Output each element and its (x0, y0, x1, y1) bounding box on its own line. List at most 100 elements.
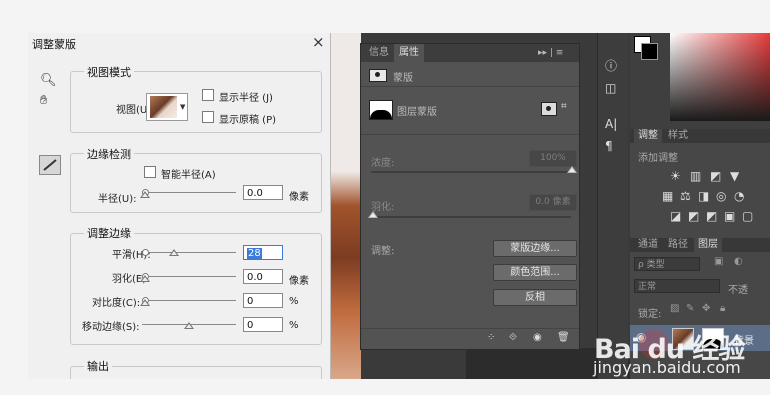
shift-edge-input[interactable]: 0 (243, 317, 283, 332)
lock-label: 锁定: (638, 309, 662, 320)
density-slider[interactable] (371, 171, 571, 173)
threshold-icon[interactable]: ◩ (706, 209, 717, 223)
apply-mask-icon[interactable]: ⟐ (509, 332, 517, 343)
layer-filter-select[interactable]: ρ 类型 (634, 257, 700, 271)
pixel-filter-icon[interactable]: ▣ (714, 256, 723, 267)
black-white-icon[interactable]: ◨ (698, 189, 709, 203)
lock-position-icon[interactable]: ✥ (702, 303, 710, 314)
color-spectrum[interactable] (670, 33, 770, 121)
toggle-mask-icon[interactable]: ◉ (533, 332, 542, 343)
exposure-icon[interactable]: ▼ (730, 169, 739, 183)
vibrance-icon[interactable]: ▦ (662, 189, 673, 203)
layer-mask-label: 图层蒙版 (397, 107, 437, 118)
tab-paths[interactable]: 路径 (664, 238, 692, 252)
add-adjustment-label: 添加调整 (638, 153, 678, 164)
gradient-map-icon[interactable]: ▣ (724, 209, 735, 223)
density-label: 浓度: (371, 158, 395, 169)
photo-filter-icon[interactable]: ◎ (716, 189, 726, 203)
lock-all-icon[interactable]: 🔒︎ (720, 303, 725, 314)
color-balance-icon[interactable]: ⚖ (680, 189, 691, 203)
smooth-input[interactable]: 28 (243, 245, 283, 260)
vector-mask-icon[interactable]: ⌗ (561, 101, 567, 112)
posterize-icon[interactable]: ◩ (688, 209, 699, 223)
refine-radius-brush-icon[interactable] (39, 155, 61, 175)
show-radius-checkbox[interactable] (202, 89, 214, 101)
smart-radius-checkbox[interactable] (144, 166, 156, 178)
info-icon[interactable]: ⓘ (605, 57, 617, 74)
tab-properties[interactable]: 属性 (394, 44, 424, 62)
feather-prop-slider-thumb[interactable] (368, 211, 378, 218)
load-selection-icon[interactable]: ⁘ (487, 332, 495, 343)
paragraph-icon[interactable]: ¶ (605, 139, 613, 153)
feather-slider-thumb[interactable] (140, 275, 150, 282)
show-radius-label: 显示半径 (J) (219, 93, 273, 104)
contrast-unit: % (289, 296, 299, 307)
mask-header-label: 蒙版 (393, 73, 413, 84)
tab-layers[interactable]: 图层 (694, 238, 722, 252)
opacity-label: 不透 (728, 285, 748, 296)
radius-slider-thumb[interactable] (140, 191, 150, 198)
selective-color-icon[interactable]: ▢ (742, 209, 753, 223)
mask-header-icon (369, 69, 387, 82)
layer-mask-thumbnail[interactable] (369, 100, 393, 120)
curves-icon[interactable]: ◩ (710, 169, 721, 183)
feather-prop-field[interactable]: 0.0 像素 (529, 194, 577, 211)
shift-edge-unit: % (289, 320, 299, 331)
view-mode-group (70, 71, 322, 133)
adjustments-tabbar: 调整 样式 (630, 129, 770, 143)
invert-adj-icon[interactable]: ◪ (670, 209, 681, 223)
properties-tabbar: 信息 属性 ▸▸ | ≡ (361, 44, 579, 62)
lock-brush-icon[interactable]: ✎ (686, 303, 694, 314)
contrast-slider[interactable] (148, 300, 236, 301)
refine-mask-dialog: 调整蒙版 × 🔍︎ ✋︎ 视图模式 视图(U): ▼ 显示半径 (J) 显示原稿… (28, 33, 331, 379)
histogram-icon[interactable]: ◫ (605, 81, 616, 95)
smart-radius-label: 智能半径(A) (161, 170, 216, 181)
contrast-input[interactable]: 0 (243, 293, 283, 308)
invert-button[interactable]: 反相 (493, 289, 577, 306)
levels-icon[interactable]: ▥ (690, 169, 701, 183)
tab-info[interactable]: 信息 (364, 44, 394, 62)
zoom-tool-icon[interactable]: 🔍︎ (40, 73, 57, 88)
color-range-button[interactable]: 颜色范围... (493, 264, 577, 281)
view-mode-picker[interactable]: ▼ (146, 93, 188, 121)
close-button[interactable]: × (312, 33, 325, 51)
radius-unit: 像素 (289, 192, 309, 203)
feather-input[interactable]: 0.0 (243, 269, 283, 284)
contrast-label: 对比度(C): (92, 298, 141, 309)
screenshot-frame: 调整蒙版 × 🔍︎ ✋︎ 视图模式 视图(U): ▼ 显示半径 (J) 显示原稿… (28, 33, 770, 379)
lock-pixels-icon[interactable]: ▨ (670, 303, 679, 314)
feather-slider[interactable] (148, 276, 236, 277)
tab-adjustments[interactable]: 调整 (634, 129, 662, 143)
feather-unit: 像素 (289, 276, 309, 287)
mask-edge-button[interactable]: 蒙版边缘... (493, 240, 577, 257)
pixel-mask-button[interactable] (541, 102, 557, 116)
adjust-label: 调整: (371, 246, 395, 257)
smooth-slider-thumb[interactable] (169, 249, 180, 256)
brightness-icon[interactable]: ☀ (670, 169, 681, 183)
shift-edge-slider-thumb[interactable] (184, 322, 194, 329)
feather-prop-slider[interactable] (371, 216, 571, 218)
channel-mixer-icon[interactable]: ◔ (734, 189, 744, 203)
contrast-slider-thumb[interactable] (140, 299, 150, 306)
hand-tool-icon[interactable]: ✋︎ (40, 93, 47, 108)
density-field[interactable]: 100% (529, 150, 577, 167)
show-original-checkbox[interactable] (202, 111, 214, 123)
radius-slider[interactable] (148, 192, 236, 193)
delete-mask-icon[interactable]: 🗑 (557, 332, 570, 343)
radius-input[interactable]: 0.0 (243, 185, 283, 200)
character-icon[interactable]: A| (605, 117, 617, 131)
divider (361, 134, 579, 135)
adjustment-filter-icon[interactable]: ◐ (734, 256, 743, 267)
tab-styles[interactable]: 样式 (664, 129, 692, 143)
panel-menu-icon[interactable]: ▸▸ | ≡ (533, 44, 568, 62)
color-panel (630, 33, 770, 129)
dialog-title: 调整蒙版 (32, 38, 76, 51)
smooth-slider[interactable] (148, 252, 236, 253)
blend-mode-select[interactable]: 正常 (634, 279, 720, 293)
layers-tabbar: 通道 路径 图层 (630, 238, 770, 252)
divider (361, 86, 579, 87)
background-color-swatch[interactable] (641, 43, 658, 60)
density-slider-thumb[interactable] (567, 166, 577, 173)
tab-channels[interactable]: 通道 (634, 238, 662, 252)
output-legend: 输出 (84, 358, 112, 374)
